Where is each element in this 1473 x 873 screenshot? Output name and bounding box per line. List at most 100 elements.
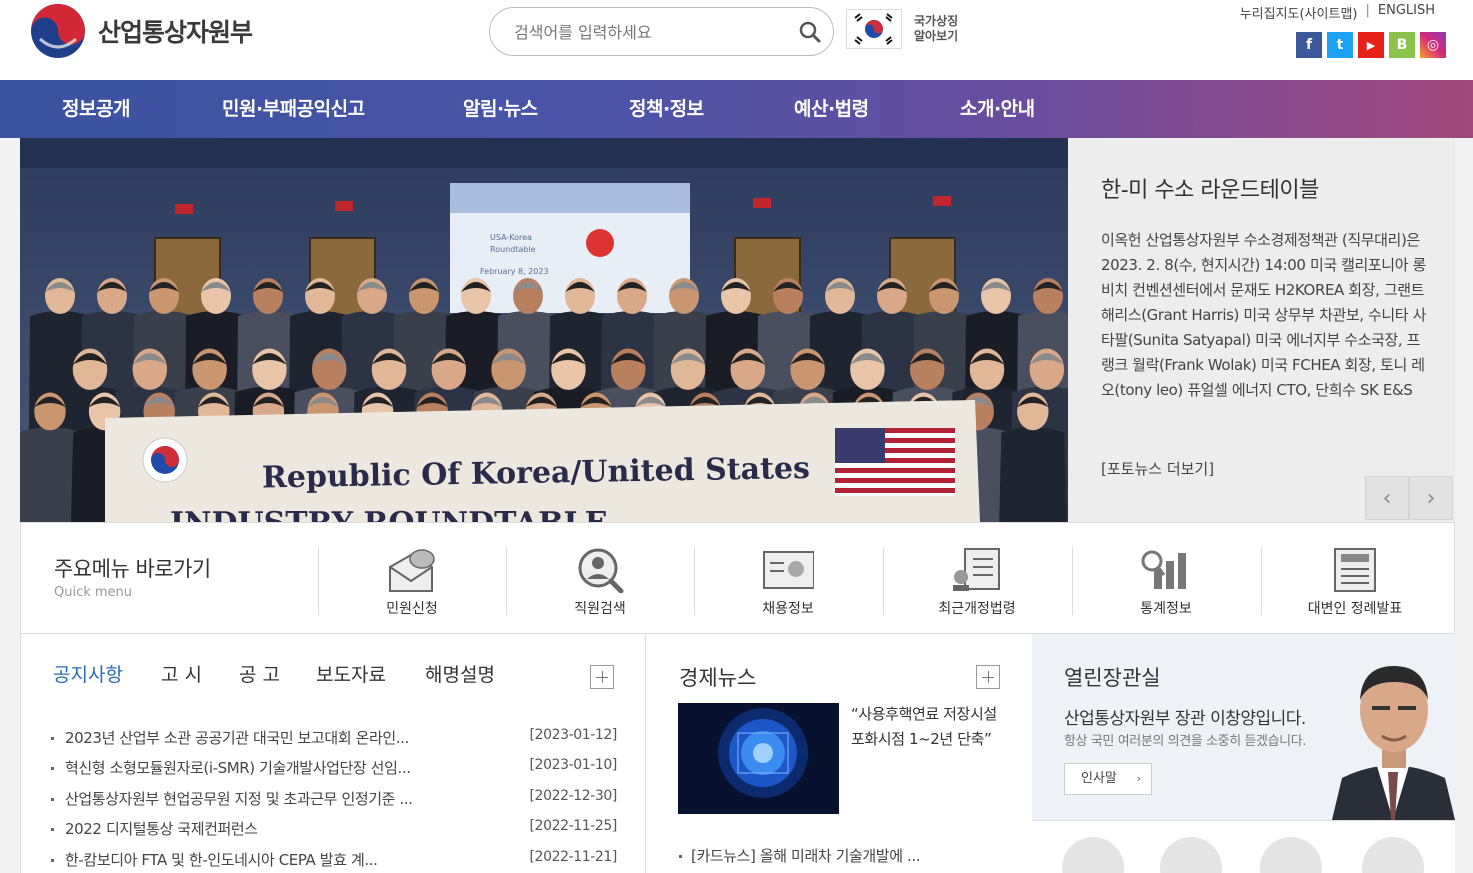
economy-news-thumbnail[interactable] <box>678 703 839 814</box>
photo-news-title[interactable]: 한-미 수소 라운드테이블 <box>1101 172 1319 204</box>
tab-notices[interactable]: 공지사항 <box>53 660 123 687</box>
quick-menu-subtitle: Quick menu <box>54 585 133 600</box>
tab-clarification[interactable]: 해명설명 <box>425 660 495 687</box>
id-card-icon <box>763 551 814 589</box>
minister-message: 항상 국민 여러분의 의견을 소중히 듣겠습니다. <box>1064 734 1307 749</box>
photo-news-panel: 한-미 수소 라운드테이블 이옥헌 산업통상자원부 수소경제정책관 (직무대리)… <box>1068 138 1455 522</box>
bullet <box>51 798 54 801</box>
quick-menu: 주요메뉴 바로가기 Quick menu 민원신청 직원검색 채용정보 최근개정… <box>20 522 1455 634</box>
economy-news: 경제뉴스 “사용후핵연료 저장시설 포화시점 1~2년 단축” [카드뉴스] 올… <box>646 634 1032 873</box>
quick-spokesperson-briefing[interactable]: 대변인 정례발표 <box>1261 547 1449 617</box>
tab-public-notice[interactable]: 공 고 <box>239 660 280 687</box>
prev-slide-button[interactable]: ‹ <box>1365 476 1409 520</box>
nav-news[interactable]: 알림·뉴스 <box>463 80 538 138</box>
national-symbol-link[interactable]: 국가상징 알아보기 <box>846 9 970 49</box>
quick-statistics[interactable]: 통계정보 <box>1072 547 1260 617</box>
taegeuk-emblem-icon <box>30 3 86 59</box>
minister-portrait <box>1332 666 1455 820</box>
minister-icon-row <box>1032 820 1455 873</box>
quick-label: 민원신청 <box>386 601 438 617</box>
economy-news-headline[interactable]: “사용후핵연료 저장시설 포화시점 1~2년 단축” <box>851 702 1001 752</box>
ministry-logo[interactable]: 산업통상자원부 <box>30 3 253 59</box>
gear-icon[interactable] <box>1062 837 1124 873</box>
main-navigation: 정보공개 민원·부패공익신고 알림·뉴스 정책·정보 예산·법령 소개·안내 <box>0 80 1473 138</box>
sitemap-link[interactable]: 누리집지도(사이트맵) <box>1240 3 1358 22</box>
economy-news-more-button[interactable] <box>976 665 1000 689</box>
notice-row[interactable]: 산업통상자원부 현업공무원 지정 및 초과근무 인정기준 ... [2022-1… <box>51 788 617 812</box>
bullet <box>51 859 54 862</box>
greeting-button[interactable]: 인사말 › <box>1064 763 1152 795</box>
notice-date: [2022-11-21] <box>529 849 618 865</box>
instagram-icon[interactable]: ◎ <box>1420 32 1446 58</box>
next-slide-button[interactable]: › <box>1409 476 1453 520</box>
nav-about[interactable]: 소개·안내 <box>960 80 1035 138</box>
quick-recent-laws[interactable]: 최근개정법령 <box>883 547 1071 617</box>
national-symbol-label: 국가상징 알아보기 <box>914 14 959 43</box>
notice-more-button[interactable] <box>590 665 614 689</box>
facebook-icon[interactable]: f <box>1296 32 1322 58</box>
youtube-icon[interactable]: ▶ <box>1358 32 1384 58</box>
quick-label: 대변인 정례발표 <box>1307 601 1403 617</box>
tower-icon[interactable] <box>1160 837 1222 873</box>
minister-intro: 산업통상자원부 장관 이창양입니다. <box>1064 709 1306 729</box>
bullet <box>51 737 54 740</box>
quick-label: 통계정보 <box>1140 601 1192 617</box>
notice-date: [2022-12-30] <box>529 788 618 804</box>
exchange-arrows-icon[interactable] <box>1260 837 1322 873</box>
search-box <box>489 7 834 56</box>
notice-row[interactable]: 2023년 산업부 소관 공공기관 대국민 보고대회 온라인... [2023-… <box>51 727 617 751</box>
screen-line-3: February 8, 2023 <box>480 267 549 276</box>
bar-chart-icon <box>1141 550 1186 589</box>
tab-press-release[interactable]: 보도자료 <box>316 660 386 687</box>
blog-icon[interactable]: B <box>1389 32 1415 58</box>
banner-text-second-line: INDUSTRY ROUNDTABLE <box>170 506 607 522</box>
screen-line-1: USA-Korea <box>490 233 532 242</box>
twitter-icon[interactable]: t <box>1327 32 1353 58</box>
main-visual-photo[interactable]: USA-Korea Roundtable February 8, 2023 Re… <box>20 138 1068 522</box>
minister-office-title: 열린장관실 <box>1064 666 1161 690</box>
economy-news-row-title: [카드뉴스] 올해 미래차 기술개발에 ... <box>691 847 921 865</box>
us-flag-icon <box>835 428 955 496</box>
screen-line-2: Roundtable <box>490 245 536 254</box>
quick-menu-title: 주요메뉴 바로가기 <box>54 557 211 581</box>
minister-office: 열린장관실 산업통상자원부 장관 이창양입니다. 항상 국민 여러분의 의견을 … <box>1032 634 1455 820</box>
notice-title: 2023년 산업부 소관 공공기관 대국민 보고대회 온라인... <box>65 729 409 747</box>
diamond-icon[interactable] <box>1362 837 1424 873</box>
nav-civil-complaint[interactable]: 민원·부패공익신고 <box>222 80 365 138</box>
notice-date: [2023-01-10] <box>529 757 618 773</box>
envelope-chat-icon <box>389 549 435 592</box>
notice-date: [2023-01-12] <box>529 727 618 743</box>
notice-row[interactable]: 2022 디지털통상 국제컨퍼런스 [2022-11-25] <box>51 818 617 842</box>
notice-date: [2022-11-25] <box>529 818 618 834</box>
ministry-name: 산업통상자원부 <box>98 18 253 47</box>
nav-policy[interactable]: 정책·정보 <box>629 80 704 138</box>
quick-civil-petition[interactable]: 민원신청 <box>318 547 506 617</box>
photo-news-more-link[interactable]: [포토뉴스 더보기] <box>1101 458 1214 479</box>
quick-label: 최근개정법령 <box>938 601 1016 617</box>
quick-staff-search[interactable]: 직원검색 <box>506 547 694 617</box>
newspaper-icon <box>1334 548 1376 592</box>
economy-news-title: 경제뉴스 <box>679 666 757 690</box>
link-separator: | <box>1365 3 1370 18</box>
chevron-right-icon: › <box>1136 772 1141 785</box>
header: 산업통상자원부 국가상징 알아보기 누리집지도(사이트맵) | ENGLISH … <box>0 0 1473 80</box>
bullet <box>51 767 54 770</box>
notice-row[interactable]: 한-캄보디아 FTA 및 한-인도네시아 CEPA 발효 계... [2022-… <box>51 849 617 873</box>
quick-label: 채용정보 <box>762 601 814 617</box>
nav-info-disclosure[interactable]: 정보공개 <box>62 80 130 138</box>
notice-title: 산업통상자원부 현업공무원 지정 및 초과근무 인정기준 ... <box>65 790 413 808</box>
quick-recruitment[interactable]: 채용정보 <box>694 547 882 617</box>
korean-flag-icon <box>846 9 902 49</box>
english-link[interactable]: ENGLISH <box>1378 3 1435 22</box>
bullet <box>51 828 54 831</box>
notice-title: 한-캄보디아 FTA 및 한-인도네시아 CEPA 발효 계... <box>65 851 378 869</box>
notice-row[interactable]: 혁신형 소형모듈원자로(i-SMR) 기술개발사업단장 선임... [2023-… <box>51 757 617 781</box>
search-icon <box>799 21 821 43</box>
photo-news-body: 이옥헌 산업통상자원부 수소경제정책관 (직무대리)은 2023. 2. 8(수… <box>1101 231 1426 399</box>
search-button[interactable] <box>797 19 823 45</box>
notice-title: 혁신형 소형모듈원자로(i-SMR) 기술개발사업단장 선임... <box>65 759 411 777</box>
tab-announcement[interactable]: 고 시 <box>161 660 202 687</box>
search-input[interactable] <box>514 20 784 44</box>
law-document-icon <box>953 548 1000 591</box>
nav-budget-law[interactable]: 예산·법령 <box>794 80 869 138</box>
